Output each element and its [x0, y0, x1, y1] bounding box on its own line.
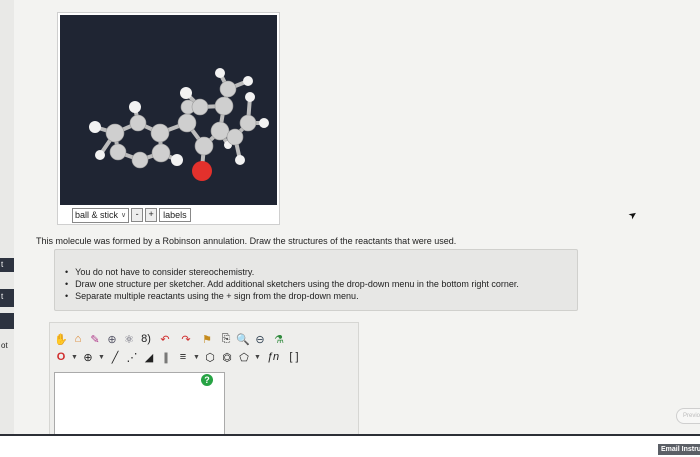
double-bond-icon[interactable]: ∥	[159, 350, 173, 364]
chevron-down-icon: ∨	[121, 212, 127, 219]
email-instructor-button[interactable]: Email Instru	[658, 444, 700, 455]
benzene-ring-icon[interactable]: ⏣	[220, 350, 234, 364]
zoom-out-icon[interactable]: ⊖	[253, 332, 267, 346]
strip-letter-2: t	[1, 292, 4, 301]
oxygen-atom	[192, 161, 212, 181]
hint-list: You do not have to consider stereochemis…	[65, 266, 519, 302]
bond-drawer-icon[interactable]: ⚗	[270, 332, 288, 346]
left-nav-strip: t t ot	[0, 0, 14, 455]
hint-item: Draw one structure per sketcher. Add add…	[65, 278, 519, 290]
hint-item: Separate multiple reactants using the + …	[65, 290, 519, 302]
molecule-3d-canvas[interactable]	[60, 15, 277, 205]
strip-block-3[interactable]	[0, 313, 14, 329]
hint-box: You do not have to consider stereochemis…	[54, 249, 578, 311]
molecule-viewer: ball & stick ∨ - + labels	[57, 12, 280, 225]
pencil-icon[interactable]: ✎	[88, 332, 102, 346]
single-bond-icon[interactable]: ╱	[108, 350, 122, 364]
strip-letter-3: ot	[1, 341, 8, 350]
question-text: This molecule was formed by a Robinson a…	[36, 236, 457, 246]
eraser-icon[interactable]: ⌂	[71, 332, 85, 346]
chevron-down-icon[interactable]: ▼	[71, 350, 78, 364]
cleanup-icon[interactable]: ⚛	[122, 332, 136, 346]
wedge-bond-icon[interactable]: ◢	[142, 350, 156, 364]
lasso-icon[interactable]: ↷	[177, 332, 195, 346]
copy-icon[interactable]: ⎘	[219, 332, 233, 346]
plus-charge-icon[interactable]: ⊕	[81, 350, 95, 364]
hexagon-ring-icon[interactable]: ⬡	[203, 350, 217, 364]
zoom-fit-icon[interactable]: ⊕	[105, 332, 119, 346]
chevron-down-icon[interactable]: ▼	[98, 350, 105, 364]
viewer-toolbar: ball & stick ∨ - + labels	[72, 207, 191, 223]
hint-item: You do not have to consider stereochemis…	[65, 266, 519, 278]
previous-button[interactable]: Previo	[676, 408, 700, 424]
ball-and-stick-model	[89, 68, 269, 181]
hand-icon[interactable]: ✋	[54, 332, 68, 346]
hashed-bond-icon[interactable]: ⋰	[125, 350, 139, 364]
sketcher-toolbar-row-1: ✋ ⌂ ✎ ⊕ ⚛ 8) ↶ ↷ ⚑ ⎘ 🔍 ⊖ ⚗	[54, 330, 288, 348]
display-mode-value: ball & stick	[75, 210, 119, 220]
labels-toggle-button[interactable]: labels	[159, 208, 191, 222]
chevron-down-icon[interactable]: ▼	[193, 350, 200, 364]
function-icon[interactable]: ƒn	[264, 350, 282, 364]
display-mode-select[interactable]: ball & stick ∨	[72, 207, 130, 223]
zoom-in-icon[interactable]: 🔍	[236, 332, 250, 346]
pentagon-ring-icon[interactable]: ⬠	[237, 350, 251, 364]
ring-arrow-icon[interactable]: 8)	[139, 332, 153, 346]
strip-letter-1: t	[1, 260, 4, 269]
bracket-icon[interactable]: [ ]	[285, 350, 303, 364]
zoom-minus-button[interactable]: -	[131, 208, 144, 222]
zoom-plus-button[interactable]: +	[145, 208, 158, 222]
chevron-down-icon[interactable]: ▼	[254, 350, 261, 364]
bottom-bar	[0, 434, 700, 457]
help-icon[interactable]: ?	[201, 374, 213, 386]
oxygen-atom-icon[interactable]: O	[54, 350, 68, 364]
mouse-cursor-icon: ➤	[626, 208, 640, 223]
triple-bond-icon[interactable]: ≡	[176, 350, 190, 364]
rotate-icon[interactable]: ↶	[156, 332, 174, 346]
template-icon[interactable]: ⚑	[198, 332, 216, 346]
sketcher-toolbar-row-2: O ▼ ⊕ ▼ ╱ ⋰ ◢ ∥ ≡ ▼ ⬡ ⏣ ⬠ ▼ ƒn [ ]	[54, 348, 303, 366]
